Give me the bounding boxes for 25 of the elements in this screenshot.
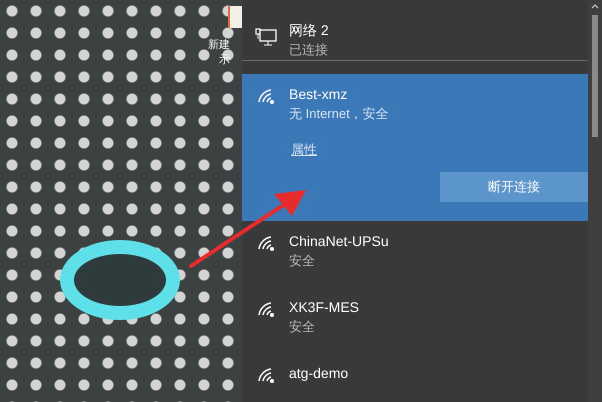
- wifi-network-item[interactable]: ChinaNet-UPSu 安全: [242, 221, 588, 287]
- network-status: 安全: [289, 318, 316, 336]
- network-name: 网络 2: [289, 21, 329, 40]
- wifi-icon: [257, 88, 277, 104]
- desktop-icon-label: 示: [219, 53, 230, 68]
- network-name: atg-demo: [289, 364, 348, 383]
- desktop-file-icon[interactable]: [228, 6, 242, 28]
- network-name: ChinaNet-UPSu: [289, 232, 389, 251]
- wifi-network-item[interactable]: Best-xmz 无 Internet，安全 属性 断开连接: [242, 74, 588, 221]
- scrollbar-thumb[interactable]: [592, 15, 598, 137]
- scrollbar[interactable]: [588, 0, 602, 402]
- network-name: XK3F-MES: [289, 298, 360, 317]
- properties-link[interactable]: 属性: [291, 140, 317, 160]
- wifi-icon: [257, 367, 277, 383]
- desktop-icon-label: 新建: [208, 38, 230, 53]
- wifi-icon: [257, 301, 277, 317]
- wifi-network-item[interactable]: XK3F-MES 安全: [242, 287, 588, 353]
- wifi-network-item[interactable]: atg-demo: [242, 353, 588, 402]
- wired-computer-icon: [255, 28, 277, 48]
- network-name: Best-xmz: [289, 85, 348, 104]
- scroll-up-icon[interactable]: [591, 4, 599, 9]
- network-status: 无 Internet，安全: [289, 105, 389, 123]
- wifi-icon: [257, 235, 277, 251]
- network-status: 已连接: [289, 41, 329, 59]
- network-status: 安全: [289, 252, 316, 270]
